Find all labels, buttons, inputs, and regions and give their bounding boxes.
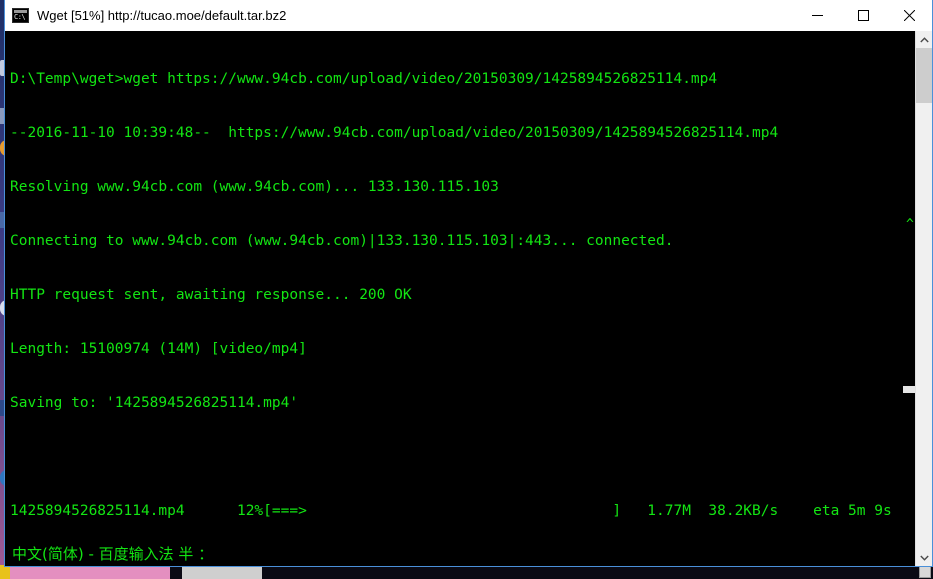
cmd-icon: C:\: [12, 8, 29, 23]
taskbar[interactable]: [0, 565, 933, 579]
titlebar[interactable]: C:\ Wget [51%] http://tucao.moe/default.…: [5, 0, 932, 31]
maximize-button[interactable]: [840, 0, 886, 31]
cmd-icon-label: C:\: [14, 13, 26, 21]
scroll-down-arrow-icon[interactable]: [916, 549, 932, 566]
console-body[interactable]: D:\Temp\wget>wget https://www.94cb.com/u…: [5, 31, 932, 566]
console-line: Saving to: '1425894526825114.mp4': [10, 395, 299, 411]
taskbar-item-1[interactable]: [0, 565, 10, 579]
taskbar-item-3[interactable]: [182, 565, 262, 579]
scrollbar-thumb[interactable]: [916, 48, 932, 103]
progress-line-video: 1425894526825114.mp4 12%[===> ] 1.77M 38…: [10, 503, 892, 519]
console-cursor-mark: ^: [906, 217, 914, 232]
ime-status-text: 中文(简体) - 百度输入法 半 ：: [12, 544, 214, 563]
window-title: Wget [51%] http://tucao.moe/default.tar.…: [37, 8, 287, 23]
console-output[interactable]: D:\Temp\wget>wget https://www.94cb.com/u…: [5, 31, 915, 566]
scroll-up-arrow-icon[interactable]: [916, 31, 932, 48]
console-line: Resolving www.94cb.com (www.94cb.com)...…: [10, 179, 499, 195]
minimize-button[interactable]: [794, 0, 840, 31]
console-line: HTTP request sent, awaiting response... …: [10, 287, 412, 303]
console-scrollbar[interactable]: [915, 31, 932, 566]
console-caret-block: [903, 386, 915, 393]
console-line: Length: 15100974 (14M) [video/mp4]: [10, 341, 307, 357]
console-line: D:\Temp\wget>wget https://www.94cb.com/u…: [10, 71, 718, 87]
console-line: Connecting to www.94cb.com (www.94cb.com…: [10, 233, 674, 249]
ime-status-line: 中文(简体) - 百度输入法 半 ：: [5, 540, 932, 566]
window-controls: [794, 0, 932, 31]
close-button[interactable]: [886, 0, 932, 31]
taskbar-tray-icon[interactable]: [919, 566, 931, 578]
console-window: C:\ Wget [51%] http://tucao.moe/default.…: [4, 0, 933, 567]
taskbar-item-2[interactable]: [10, 565, 170, 579]
console-line: --2016-11-10 10:39:48-- https://www.94cb…: [10, 125, 779, 141]
